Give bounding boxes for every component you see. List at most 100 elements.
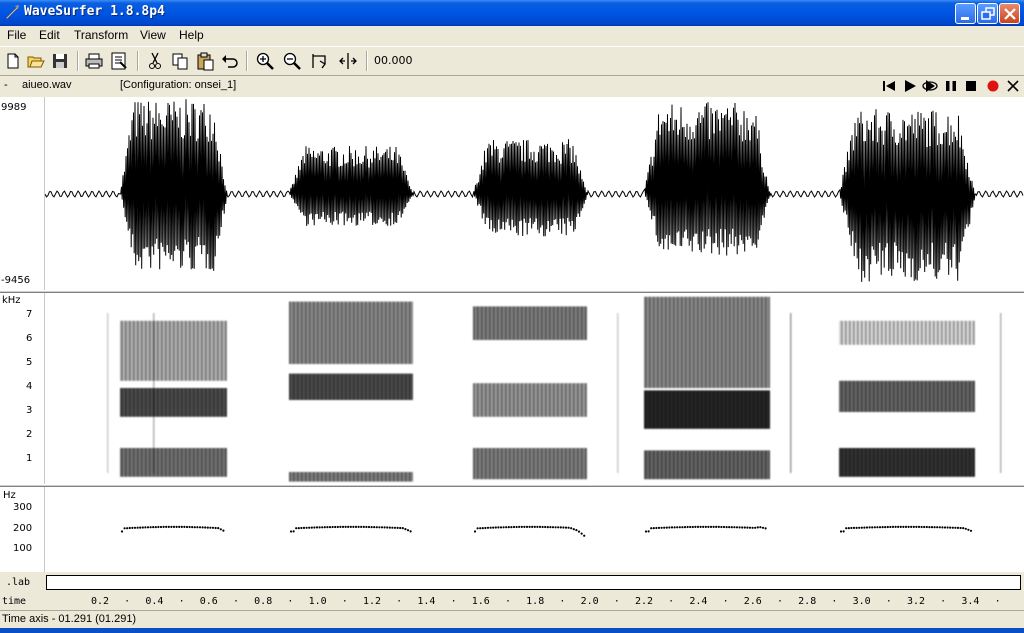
pitch-point (378, 526, 381, 529)
menu-transform[interactable]: Transform (74, 28, 128, 42)
pitch-point (738, 526, 741, 529)
pitch-point (318, 526, 321, 529)
time-minor-tick: · (613, 596, 620, 607)
time-tick: 2.0 (580, 596, 599, 607)
pitch-point (528, 525, 531, 528)
properties-icon[interactable] (109, 51, 129, 71)
pitch-point (660, 526, 663, 529)
pitch-point (686, 525, 689, 529)
pitch-point (206, 526, 209, 529)
minimize-button[interactable] (955, 3, 976, 24)
pitch-point (575, 529, 578, 532)
close-sound-icon[interactable] (1005, 78, 1021, 94)
pitch-point (313, 526, 316, 529)
print-icon[interactable] (84, 51, 104, 71)
cut-icon[interactable] (145, 51, 165, 71)
pitch-contour (120, 525, 973, 537)
menu-file[interactable]: File (7, 28, 26, 42)
play-loop-icon[interactable] (922, 78, 938, 94)
save-icon[interactable] (50, 51, 70, 71)
pitch-point (962, 527, 965, 530)
new-icon[interactable] (3, 51, 23, 71)
pitch-point (315, 526, 319, 529)
pitch-point (712, 525, 715, 528)
pitch-point (733, 526, 736, 529)
time-minor-tick: · (450, 596, 457, 607)
restore-icon (981, 7, 995, 20)
pitch-point (193, 526, 196, 529)
pitch-point (847, 527, 850, 530)
pitch-point (308, 526, 311, 529)
pitch-point (388, 526, 391, 529)
open-icon[interactable] (26, 51, 46, 71)
stop-icon[interactable] (963, 78, 979, 94)
pitch-point (704, 525, 707, 528)
copy-icon[interactable] (170, 51, 190, 71)
pitch-tick-100: 100 (13, 543, 33, 554)
pitch-point (967, 528, 970, 531)
sound-header-bar: - aiueo.wav [Configuration: onsei_1] (0, 76, 1024, 96)
pitch-point (492, 526, 495, 529)
pitch-point (925, 525, 928, 529)
pitch-point (196, 526, 199, 529)
pitch-pane[interactable]: Hz 300 200 100 (0, 487, 1024, 572)
pitch-point (886, 525, 889, 529)
pitch-point (380, 526, 384, 529)
pitch-point (694, 525, 697, 528)
pitch-point (157, 525, 160, 529)
pitch-point (894, 525, 897, 528)
pitch-point (938, 526, 941, 529)
pitch-point (709, 525, 713, 528)
pitch-point (889, 525, 892, 529)
pitch-point (204, 526, 207, 529)
pitch-point (505, 526, 508, 529)
collapse-toggle[interactable]: - (4, 79, 8, 91)
pitch-point (683, 526, 687, 529)
pitch-point (907, 525, 910, 528)
spectrogram-pane[interactable]: kHz 7 6 5 4 3 2 1 (0, 293, 1024, 484)
pitch-point (531, 525, 534, 528)
pitch-point (541, 525, 544, 529)
pitch-point (357, 525, 360, 528)
waveform-pane[interactable]: 9989 -9456 (0, 97, 1024, 290)
record-icon[interactable] (985, 78, 1001, 94)
pitch-point (930, 526, 934, 529)
pitch-point (289, 530, 293, 533)
zoom-selection-icon[interactable] (310, 51, 330, 71)
pitch-point (476, 527, 479, 530)
pitch-point (855, 526, 858, 529)
zoom-out-icon[interactable] (282, 51, 302, 71)
play-icon[interactable] (902, 78, 918, 94)
noise-streak (790, 313, 792, 473)
pitch-point (858, 526, 861, 529)
pitch-point (139, 526, 142, 529)
zoom-in-icon[interactable] (255, 51, 275, 71)
skip-to-start-icon[interactable] (881, 78, 897, 94)
zoom-fit-icon[interactable] (338, 51, 358, 71)
time-tick: 3.0 (852, 596, 871, 607)
menu-view[interactable]: View (140, 28, 166, 42)
pause-icon[interactable] (943, 78, 959, 94)
pitch-point (533, 525, 536, 528)
menu-help[interactable]: Help (179, 28, 204, 42)
time-tick: 3.2 (906, 596, 926, 607)
close-window-button[interactable] (999, 3, 1020, 24)
pitch-point (580, 532, 583, 535)
label-pane-name: .lab (6, 577, 31, 588)
time-minor-tick: · (668, 596, 675, 607)
pitch-point (162, 525, 165, 528)
pitch-point (393, 526, 397, 529)
restore-button[interactable] (977, 3, 998, 24)
pitch-point (198, 526, 202, 529)
pitch-point (928, 526, 931, 529)
time-axis[interactable]: time 0.2 · 0.4 · 0.6 · 0.8 · 1.0 · 1.2 · 1.4 · 1.6 · 1.8… (0, 593, 1024, 609)
pitch-point (863, 526, 866, 529)
paste-icon[interactable] (195, 51, 215, 71)
pitch-point (852, 526, 856, 529)
label-track[interactable] (46, 575, 1021, 590)
menu-edit[interactable]: Edit (39, 28, 60, 42)
glottal-striations (644, 296, 770, 388)
undo-icon[interactable] (220, 51, 240, 71)
pitch-point (383, 526, 386, 529)
pitch-point (884, 526, 887, 529)
